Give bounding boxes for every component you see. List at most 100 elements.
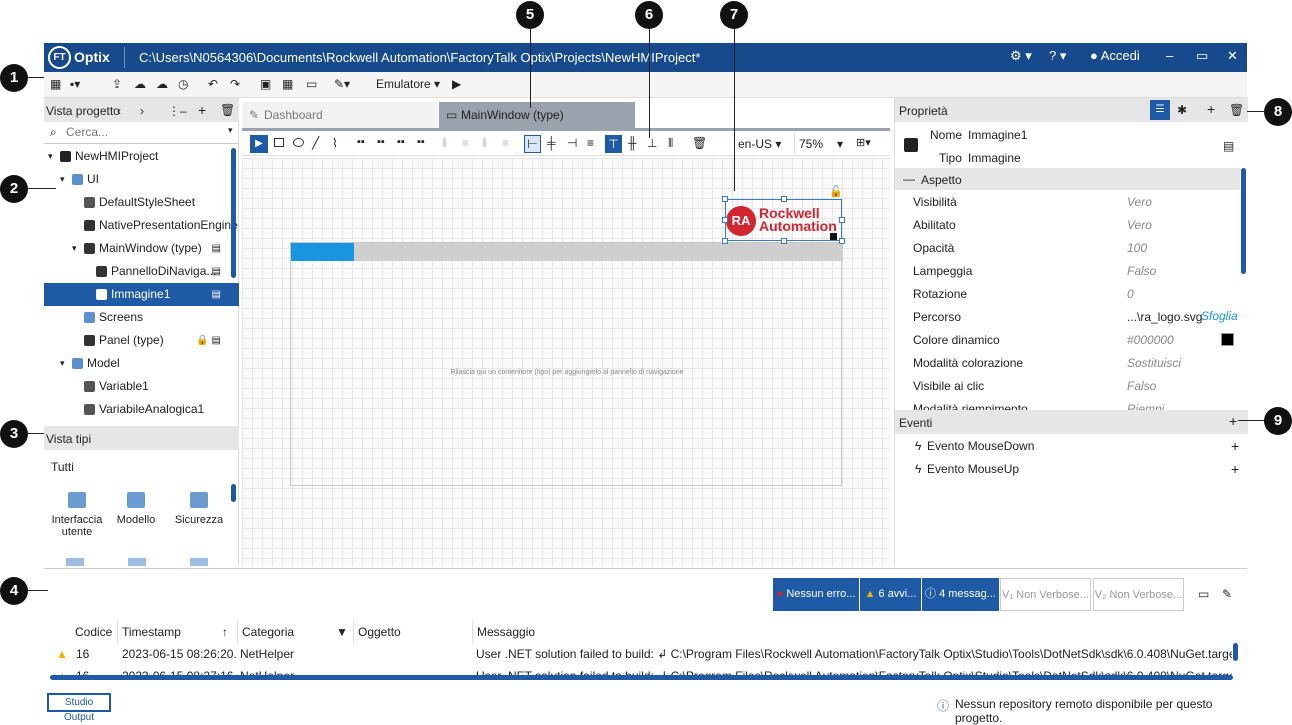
section-aspetto[interactable]: — Aspetto xyxy=(895,168,1240,190)
restore-button[interactable]: ▭ xyxy=(1196,48,1208,64)
folder-icon[interactable]: ▣ xyxy=(260,77,271,91)
tree-item[interactable]: ▾ UI xyxy=(44,168,239,191)
docs-icon[interactable]: ▤ xyxy=(212,260,221,283)
grid-settings-icon[interactable]: ⊞▾ xyxy=(856,136,871,149)
expand-icon[interactable]: ▾ xyxy=(60,168,65,191)
filter-errors[interactable]: ● Nessun erro... xyxy=(773,578,859,611)
tree-item[interactable]: ▾ NewHMIProject xyxy=(44,145,239,168)
anchor-icon[interactable] xyxy=(830,233,837,240)
line-tool[interactable]: ╱ xyxy=(312,136,319,150)
filter-messages[interactable]: ⓘ 4 messag... xyxy=(922,578,999,611)
output-hscrollbar[interactable] xyxy=(50,675,1233,680)
chevron-down-icon[interactable]: ▾ xyxy=(228,125,233,136)
login-button[interactable]: ● Accedi xyxy=(1090,48,1140,63)
event-row[interactable]: ϟ Evento MouseDown + xyxy=(895,435,1248,458)
docs-icon[interactable]: ▤ xyxy=(1223,139,1234,153)
layout-icon[interactable]: ▦ xyxy=(50,77,61,91)
align-center-icon[interactable]: ╪ xyxy=(547,136,556,150)
clear-icon[interactable]: ✎ xyxy=(1222,587,1232,601)
align-right-icon[interactable]: ⊣ xyxy=(567,136,577,150)
tree-item[interactable]: VariabileAnalogica1 xyxy=(44,398,239,421)
filter-icon[interactable]: ☰ xyxy=(1150,100,1170,120)
emulator-dropdown[interactable]: Emulatore ▾ xyxy=(376,77,440,91)
expand-icon[interactable]: ▾ xyxy=(72,237,77,260)
property-value[interactable]: Vero xyxy=(1127,191,1152,214)
tree-item[interactable]: NativePresentationEngine xyxy=(44,214,239,237)
property-value[interactable]: Falso xyxy=(1127,375,1156,398)
color-swatch[interactable] xyxy=(1221,333,1234,346)
trash-icon[interactable]: 🗑 xyxy=(220,103,235,117)
tree-item[interactable]: ▾ Model xyxy=(44,352,239,375)
distribute-icon[interactable]: ≡ xyxy=(502,136,509,150)
add-icon[interactable]: + xyxy=(198,102,206,118)
studio-output-tab[interactable]: Studio Output xyxy=(47,693,111,723)
property-value[interactable]: Vero xyxy=(1127,214,1152,237)
align-left-icon[interactable]: ⊢ xyxy=(524,135,541,153)
resize-handle[interactable] xyxy=(722,196,728,202)
resize-handle[interactable] xyxy=(722,217,728,223)
nav-panel-tab[interactable] xyxy=(291,243,354,261)
expand-icon[interactable]: ▾ xyxy=(48,145,53,168)
tab-dashboard[interactable]: ✎ Dashboard xyxy=(242,102,438,128)
property-value[interactable]: Falso xyxy=(1127,260,1156,283)
project-search[interactable]: ⌕ ▾ xyxy=(44,122,239,144)
collapse-icon[interactable]: ⋮– xyxy=(168,104,187,118)
col-categoria[interactable]: Categoria ▼ xyxy=(237,621,353,643)
upload-icon[interactable]: ☁ xyxy=(134,77,146,91)
keyboard-icon[interactable]: ▭ xyxy=(306,77,317,91)
docs-icon[interactable]: ▤ xyxy=(212,237,221,260)
align-middle-icon[interactable]: ≡ xyxy=(587,136,594,150)
property-row[interactable]: Lampeggia Falso xyxy=(895,260,1240,283)
tree-item[interactable]: Variable1 xyxy=(44,375,239,398)
type-item-ui[interactable]: Interfaccia utente xyxy=(44,488,110,548)
save-icon[interactable]: ▪▾ xyxy=(70,77,80,91)
chevron-right-icon[interactable]: › xyxy=(140,104,144,118)
col-oggetto[interactable]: Oggetto xyxy=(353,621,472,643)
tree-item[interactable]: Immagine1 ▤ xyxy=(44,283,239,306)
grid-icon[interactable]: ▦ xyxy=(282,77,293,91)
run-icon[interactable]: ▶ xyxy=(452,77,461,91)
arrange-icon[interactable]: ▪▪ xyxy=(397,136,405,148)
filter-verbose1[interactable]: V₁ Non Verbose... xyxy=(1000,578,1091,611)
type-item-security[interactable]: Sicurezza xyxy=(168,488,230,548)
align-vcenter-icon[interactable]: ╫ xyxy=(628,136,637,150)
arrange-icon[interactable]: ▪▪ xyxy=(417,136,425,148)
rectangle-tool[interactable] xyxy=(274,138,284,147)
property-row[interactable]: Rotazione 0 xyxy=(895,283,1240,306)
tree-item[interactable]: PannelloDiNaviga... ▤ xyxy=(44,260,239,283)
tree-item[interactable]: Panel (type) 🔒 ▤ xyxy=(44,329,239,352)
col-codice[interactable]: Codice xyxy=(71,621,117,643)
tree-item[interactable]: Screens xyxy=(44,306,239,329)
filter-warnings[interactable]: ▲ 6 avvi... xyxy=(860,578,921,611)
col-messaggio[interactable]: Messaggio xyxy=(472,621,1232,643)
tab-mainwindow[interactable]: ▭ MainWindow (type) xyxy=(439,102,635,128)
distribute-icon[interactable]: ⫴ xyxy=(482,136,487,151)
polyline-tool[interactable]: ⌇ xyxy=(332,136,338,150)
property-row[interactable]: Abilitato Vero xyxy=(895,214,1240,237)
locale-dropdown[interactable]: en-US ▾ xyxy=(738,137,781,151)
docs-icon[interactable]: ▤ xyxy=(212,283,221,306)
gear-icon[interactable]: ⚙ ▾ xyxy=(1010,48,1032,64)
distribute-icon[interactable]: ≡ xyxy=(462,136,469,150)
property-row[interactable]: Modalità colorazione Sostituisci xyxy=(895,352,1240,375)
properties-scrollbar[interactable] xyxy=(1241,168,1246,274)
deploy-icon[interactable]: ⇪ xyxy=(112,77,122,91)
download-icon[interactable]: ☁ xyxy=(156,77,168,91)
expand-icon[interactable]: ▾ xyxy=(60,352,65,375)
image-immagine1[interactable]: RA Rockwell Automation 🔓 xyxy=(722,186,845,244)
table-row[interactable]: ▲ 16 2023-06-15 08:26:20.... NetHelper U… xyxy=(50,643,1240,665)
history-icon[interactable]: ◷ xyxy=(178,77,188,91)
add-event-icon[interactable]: + xyxy=(1229,413,1237,429)
select-tool[interactable]: ▶ xyxy=(250,135,268,153)
name-value[interactable]: Immagine1 xyxy=(968,128,1027,142)
add-icon[interactable]: + xyxy=(1231,458,1239,481)
ellipse-tool[interactable] xyxy=(293,138,304,147)
browse-link[interactable]: Sfoglia xyxy=(1125,309,1238,323)
search-input[interactable] xyxy=(66,125,216,139)
resize-handle[interactable] xyxy=(722,238,728,244)
brush-icon[interactable]: ✎▾ xyxy=(334,77,350,91)
resize-handle[interactable] xyxy=(839,217,845,223)
pin-icon[interactable]: ✱ xyxy=(1177,103,1187,117)
tree-item[interactable]: DefaultStyleSheet xyxy=(44,191,239,214)
resize-handle[interactable] xyxy=(781,238,787,244)
